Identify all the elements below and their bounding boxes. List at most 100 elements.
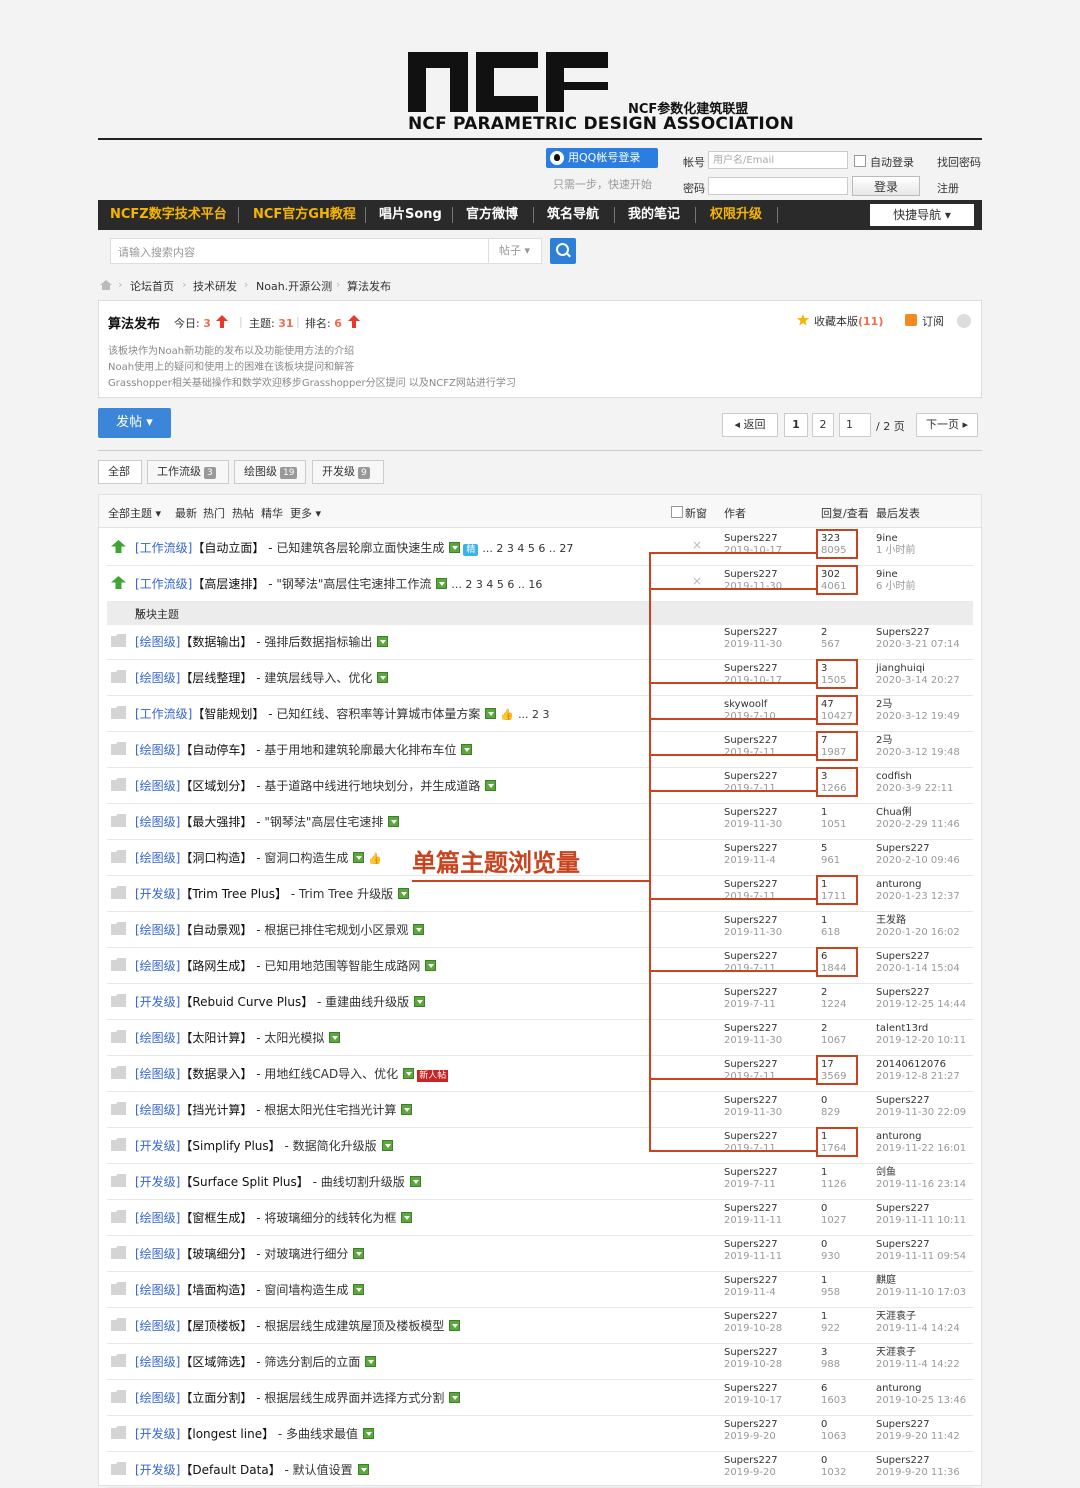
author-name[interactable]: Supers227 <box>724 569 782 581</box>
last-post-user[interactable]: Supers227 <box>876 951 960 963</box>
thread-title-link[interactable]: - 根据层线生成建筑屋顶及楼板模型 <box>252 1319 444 1333</box>
last-post-time[interactable]: 2020-1-23 12:37 <box>876 891 960 903</box>
author-name[interactable]: Supers227 <box>724 1095 782 1107</box>
last-post-user[interactable]: Supers227 <box>876 627 960 639</box>
nav-item-ncfz[interactable]: NCFZ数字技术平台 <box>110 200 227 230</box>
thread-title-link[interactable]: - 筛选分割后的立面 <box>252 1355 360 1369</box>
thread-tag[interactable]: 【Rebuid Curve Plus】 <box>180 995 313 1009</box>
author-name[interactable]: Supers227 <box>724 1059 778 1071</box>
reply-count[interactable]: 0 <box>821 1419 846 1431</box>
thread-tag[interactable]: 【区域筛选】 <box>180 1355 252 1369</box>
author-name[interactable]: Supers227 <box>724 1203 782 1215</box>
nav-item-navigation[interactable]: 筑名导航 <box>547 200 599 230</box>
reply-count[interactable]: 0 <box>821 1455 846 1467</box>
last-post-time[interactable]: 2019-11-4 14:24 <box>876 1323 960 1335</box>
thread-tag[interactable]: 【智能规划】 <box>192 707 264 721</box>
reply-count[interactable]: 2 <box>821 1023 846 1035</box>
last-post-user[interactable]: anturong <box>876 1131 966 1143</box>
reply-count[interactable]: 0 <box>821 1095 840 1107</box>
last-post-time[interactable]: 2019-11-10 17:03 <box>876 1287 966 1299</box>
last-post-time[interactable]: 2019-9-20 11:42 <box>876 1431 960 1443</box>
qq-login-button[interactable]: 用QQ帐号登录 <box>546 148 658 168</box>
search-button[interactable] <box>550 238 576 264</box>
last-post-user[interactable]: 2马 <box>876 735 960 747</box>
thread-tag[interactable]: 【层线整理】 <box>180 671 252 685</box>
author-name[interactable]: Supers227 <box>724 1419 778 1431</box>
thread-category[interactable]: [绘图级] <box>135 1103 180 1117</box>
thread-title-link[interactable]: - 窗间墙构造生成 <box>252 1283 348 1297</box>
last-post-user[interactable]: 9ine <box>876 533 916 545</box>
thread-tag[interactable]: 【洞口构造】 <box>180 851 252 865</box>
last-post-user[interactable]: 20140612076 <box>876 1059 960 1071</box>
back-button[interactable]: ◂ 返回 <box>722 413 778 437</box>
filter-all[interactable]: 全部主题 ▾ <box>108 505 161 521</box>
reply-count[interactable]: 0 <box>821 1203 846 1215</box>
folder-icon[interactable] <box>111 1066 126 1079</box>
thread-title-link[interactable]: - 已知用地范围等智能生成路网 <box>252 959 420 973</box>
last-post-time[interactable]: 2019-11-11 09:54 <box>876 1251 966 1263</box>
thread-category[interactable]: [绘图级] <box>135 671 180 685</box>
reply-count[interactable]: 0 <box>821 1239 840 1251</box>
thread-tag[interactable]: 【最大强排】 <box>180 815 252 829</box>
last-post-time[interactable]: 2020-3-12 19:48 <box>876 747 960 759</box>
thread-category[interactable]: [绘图级] <box>135 1355 180 1369</box>
thread-category[interactable]: [绘图级] <box>135 635 180 649</box>
folder-icon[interactable] <box>111 1246 126 1259</box>
thread-title-link[interactable]: - 已知红线、容积率等计算城市体量方案 <box>264 707 480 721</box>
last-post-time[interactable]: 6 小时前 <box>876 581 916 593</box>
thread-tag[interactable]: 【Surface Split Plus】 <box>180 1175 308 1189</box>
thread-category[interactable]: [开发级] <box>135 1139 180 1153</box>
next-page-button[interactable]: 下一页 ▸ <box>916 413 978 437</box>
folder-icon[interactable] <box>111 1210 126 1223</box>
author-name[interactable]: Supers227 <box>724 1275 778 1287</box>
thread-tag[interactable]: 【立面分割】 <box>180 1391 252 1405</box>
last-post-time[interactable]: 2019-10-25 13:46 <box>876 1395 966 1407</box>
author-name[interactable]: Supers227 <box>724 735 778 747</box>
last-post-time[interactable]: 2019-11-16 23:14 <box>876 1179 966 1191</box>
tab-workflow[interactable]: 工作流级 3 <box>147 460 229 484</box>
last-post-user[interactable]: Supers227 <box>876 1239 966 1251</box>
thread-title-link[interactable]: - 根据已排住宅规划小区景观 <box>252 923 408 937</box>
thread-title-link[interactable]: - 太阳光模拟 <box>252 1031 324 1045</box>
last-post-time[interactable]: 2019-11-11 10:11 <box>876 1215 966 1227</box>
thread-title-link[interactable]: - "钢琴法"高层住宅速排 <box>252 815 383 829</box>
thread-category[interactable]: [工作流级] <box>135 541 192 555</box>
thread-title-link[interactable]: - 窗洞口构造生成 <box>252 851 348 865</box>
thread-page-links[interactable]: ... 2 3 4 5 6 .. 16 <box>451 578 542 591</box>
folder-icon[interactable] <box>111 1318 126 1331</box>
author-name[interactable]: Supers227 <box>724 915 782 927</box>
folder-icon[interactable] <box>111 886 126 899</box>
reply-count[interactable]: 5 <box>821 843 840 855</box>
folder-icon[interactable] <box>111 850 126 863</box>
last-post-time[interactable]: 2020-3-12 19:49 <box>876 711 960 723</box>
last-post-user[interactable]: Chua俐 <box>876 807 960 819</box>
thread-tag[interactable]: 【Trim Tree Plus】 <box>180 887 287 901</box>
thread-category[interactable]: [绘图级] <box>135 923 180 937</box>
reply-count[interactable]: 3 <box>821 1347 840 1359</box>
last-post-time[interactable]: 2020-3-14 20:27 <box>876 675 960 687</box>
last-post-time[interactable]: 2019-11-4 14:22 <box>876 1359 960 1371</box>
reply-count[interactable]: 1 <box>821 807 846 819</box>
thread-title-link[interactable]: - 数据简化升级版 <box>281 1139 376 1153</box>
thread-tag[interactable]: 【longest line】 <box>180 1427 274 1441</box>
last-post-user[interactable]: 麒庭 <box>876 1275 966 1287</box>
tab-all[interactable]: 全部 <box>98 460 142 484</box>
last-post-user[interactable]: Supers227 <box>876 1455 960 1467</box>
author-name[interactable]: Supers227 <box>724 771 778 783</box>
pinned-up-arrow-icon[interactable] <box>111 576 126 589</box>
new-window-checkbox[interactable] <box>671 506 683 518</box>
thread-title-link[interactable]: - 基于用地和建筑轮廓最大化排布车位 <box>252 743 456 757</box>
thread-category[interactable]: [绘图级] <box>135 1247 180 1261</box>
last-post-time[interactable]: 2019-12-20 10:11 <box>876 1035 966 1047</box>
filter-hot[interactable]: 热门 <box>203 505 225 521</box>
refresh-icon[interactable]: ↻ <box>135 606 144 619</box>
folder-icon[interactable] <box>111 1390 126 1403</box>
nav-item-upgrade[interactable]: 权限升级 <box>710 200 762 230</box>
thread-category[interactable]: [开发级] <box>135 1463 180 1477</box>
thread-tag[interactable]: 【Default Data】 <box>180 1463 280 1477</box>
folder-icon[interactable] <box>111 1426 126 1439</box>
author-name[interactable]: Supers227 <box>724 663 782 675</box>
thread-category[interactable]: [绘图级] <box>135 959 180 973</box>
last-post-user[interactable]: Supers227 <box>876 987 966 999</box>
last-post-time[interactable]: 1 小时前 <box>876 545 916 557</box>
